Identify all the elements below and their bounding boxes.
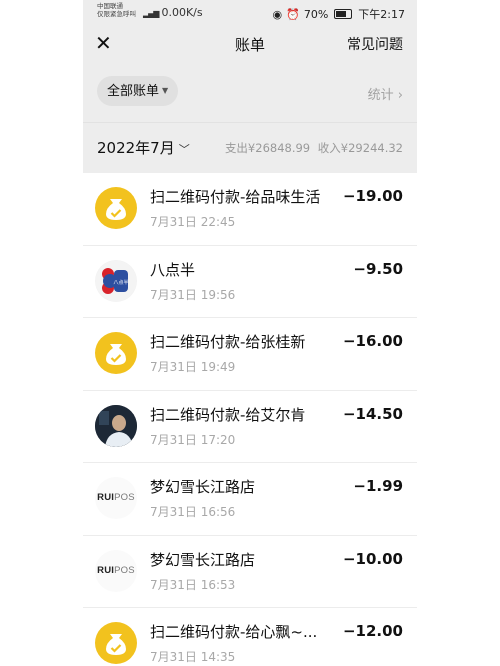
- transaction-time: 7月31日 16:56: [150, 505, 236, 519]
- transaction-name: 扫二维码付款-给心飘~...: [150, 623, 318, 641]
- battery-icon: [334, 9, 353, 19]
- transaction-time: 7月31日 16:53: [150, 577, 236, 592]
- month-summary-bar: 2022年7月 ﹀ 支出¥26848.99 收入¥29244.32: [83, 122, 417, 173]
- transaction-row[interactable]: 扫二维码付款-给张桂新 7月31日 19:49 −16.00: [83, 318, 417, 391]
- merchant-logo-text: 八点半: [113, 279, 128, 286]
- transaction-amount: −9.50: [353, 259, 403, 278]
- status-bar: 中国联通 仅限紧急呼叫 ▂▄▆ 0.00K/s ◉ ⏰ 70% 下午2:17: [83, 0, 417, 26]
- transaction-row[interactable]: 扫二维码付款-给品味生活 7月31日 22:45 −19.00: [83, 173, 417, 246]
- transaction-time: 7月31日 22:45: [150, 215, 236, 229]
- transaction-amount: −14.50: [342, 404, 403, 423]
- ruipos-logo-text-a: RUI: [97, 492, 115, 503]
- ruipos-logo-text-b: POS: [114, 492, 135, 503]
- stats-label: 统计: [367, 88, 394, 103]
- transaction-name: 扫二维码付款-给品味生活: [150, 188, 321, 206]
- ruipos-logo-icon: RUIPOS: [95, 477, 137, 519]
- title-bar: ✕ 账单 常见问题: [83, 26, 417, 62]
- phone-screen: 中国联通 仅限紧急呼叫 ▂▄▆ 0.00K/s ◉ ⏰ 70% 下午2:17 ✕ …: [83, 0, 417, 666]
- signal-icon: ▂▄▆: [143, 9, 160, 18]
- filter-bar: 全部账单 ▼ 统计 ›: [83, 62, 417, 122]
- chevron-down-icon: ﹀: [178, 143, 190, 156]
- stats-link[interactable]: 统计 ›: [368, 84, 403, 103]
- chevron-right-icon: ›: [397, 88, 403, 103]
- clock: 下午2:17: [358, 8, 405, 21]
- transaction-amount: −12.00: [342, 622, 403, 640]
- eye-icon: ◉: [272, 7, 283, 21]
- carrier-name: 中国联通: [97, 2, 123, 10]
- status-right: ◉ ⏰ 70% 下午2:17: [273, 6, 405, 22]
- transaction-name: 扫二维码付款-给张桂新: [150, 333, 306, 351]
- qr-pay-icon: [95, 332, 137, 374]
- user-photo-icon: [95, 404, 137, 447]
- transaction-time: 7月31日 17:20: [150, 432, 236, 447]
- transaction-row[interactable]: 八点半 八点半 7月31日 19:56 −9.50: [83, 245, 417, 318]
- all-bills-filter-button[interactable]: 全部账单 ▼: [97, 76, 179, 106]
- month-totals: 支出¥26848.99 收入¥29244.32: [221, 140, 403, 156]
- caret-down-icon: ▼: [162, 86, 169, 95]
- income-total: 收入¥29244.32: [317, 141, 403, 155]
- expense-total: 支出¥26848.99: [224, 141, 311, 155]
- transaction-row[interactable]: RUIPOS 梦幻雪长江路店 7月31日 16:53 −10.00: [83, 535, 417, 608]
- transaction-time: 7月31日 19:49: [150, 360, 236, 374]
- network-speed: 0.00K/s: [161, 6, 203, 19]
- transaction-amount: −1.99: [353, 477, 403, 495]
- battery-percent: 70%: [303, 7, 329, 21]
- transaction-row[interactable]: RUIPOS 梦幻雪长江路店 7月31日 16:56 −1.99: [83, 463, 417, 536]
- transaction-row[interactable]: 扫二维码付款-给艾尔肯 7月31日 17:20 −14.50: [83, 390, 417, 463]
- transaction-name: 梦幻雪长江路店: [150, 550, 256, 569]
- alarm-icon: ⏰: [286, 7, 300, 21]
- merchant-logo-icon: 八点半: [95, 259, 137, 302]
- all-bills-label: 全部账单: [107, 84, 160, 99]
- transaction-time: 7月31日 14:35: [150, 650, 236, 664]
- ruipos-logo-text-a: RUI: [97, 564, 115, 576]
- network-indicator: ▂▄▆ 0.00K/s: [143, 6, 203, 19]
- transaction-row[interactable]: 扫二维码付款-给心飘~... 7月31日 14:35 −12.00: [83, 608, 417, 666]
- transaction-amount: −10.00: [342, 549, 403, 568]
- transaction-amount: −16.00: [342, 332, 403, 350]
- carrier-info: 中国联通 仅限紧急呼叫: [97, 2, 136, 18]
- transaction-list: 扫二维码付款-给品味生活 7月31日 22:45 −19.00 八点半 八点半 …: [83, 173, 417, 666]
- ruipos-logo-text-b: POS: [114, 564, 135, 576]
- qr-pay-icon: [95, 187, 137, 229]
- month-selector[interactable]: 2022年7月 ﹀: [97, 137, 190, 158]
- transaction-name: 梦幻雪长江路店: [150, 478, 256, 496]
- transaction-name: 扫二维码付款-给艾尔肯: [150, 405, 306, 424]
- qr-pay-icon: [95, 622, 137, 664]
- ruipos-logo-icon: RUIPOS: [95, 549, 137, 592]
- transaction-name: 八点半: [150, 260, 196, 279]
- carrier-status: 仅限紧急呼叫: [97, 10, 136, 18]
- month-label: 2022年7月: [97, 139, 175, 157]
- faq-link[interactable]: 常见问题: [347, 34, 403, 54]
- transaction-time: 7月31日 19:56: [150, 287, 236, 302]
- transaction-amount: −19.00: [342, 187, 403, 205]
